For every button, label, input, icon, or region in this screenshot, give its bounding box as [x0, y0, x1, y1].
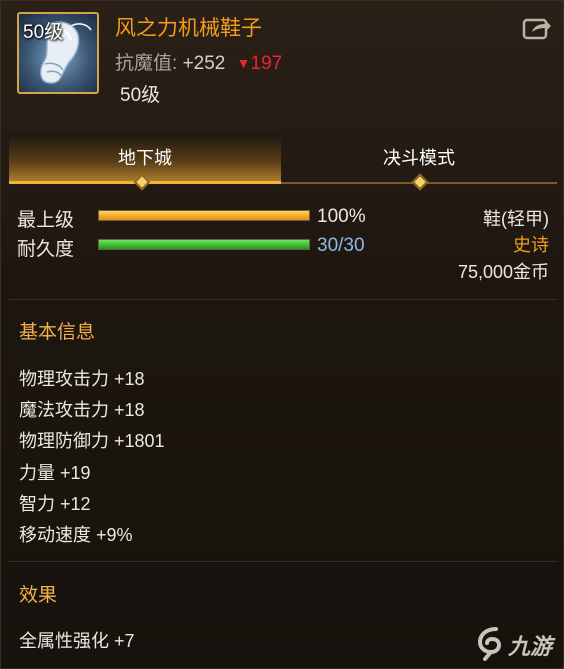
max-level-label: 最上级	[17, 210, 75, 231]
basic-info-title: 基本信息	[19, 322, 96, 343]
durability-bar	[98, 239, 310, 250]
item-price: 75,000金币	[457, 262, 549, 282]
share-button[interactable]	[522, 15, 552, 41]
magic-resist-label: 抗魔值:	[115, 53, 178, 74]
jiuyou-logo-icon	[477, 627, 502, 661]
stat-line: 物理防御力 +1801	[19, 431, 165, 451]
divider	[9, 299, 557, 300]
magic-resist-value: +252	[182, 53, 226, 74]
stat-line: 力量 +19	[19, 463, 91, 483]
max-level-value: 100%	[317, 206, 366, 227]
watermark-text: 九游	[508, 634, 553, 659]
icon-level-badge: 50级	[23, 22, 64, 43]
magic-resist-decrease: ▼197	[237, 53, 283, 74]
item-tooltip: 50级 风之力机械鞋子 抗魔值: +252 ▼197 50级 地下城 决斗模式 …	[0, 0, 564, 669]
effect-title: 效果	[19, 585, 58, 606]
stat-line: 移动速度 +9%	[19, 525, 133, 545]
white-boot-icon: 50级	[17, 12, 99, 94]
durability-value: 30/30	[317, 235, 365, 256]
share-icon	[522, 18, 551, 40]
durability-bar-fill	[99, 240, 309, 249]
magic-resist-decrease-value: 197	[250, 53, 283, 74]
stat-line: 智力 +12	[19, 494, 91, 514]
effect-line: 全属性强化 +7	[19, 631, 135, 651]
item-type: 鞋(轻甲)	[483, 209, 549, 229]
divider	[9, 561, 557, 562]
max-level-bar	[98, 210, 310, 221]
required-level: 50级	[120, 85, 161, 106]
magic-resist-row: 抗魔值: +252 ▼197	[115, 48, 282, 75]
durability-label: 耐久度	[17, 239, 75, 260]
down-arrow-icon: ▼	[236, 55, 251, 71]
item-header: 50级 风之力机械鞋子 抗魔值: +252 ▼197 50级	[1, 1, 563, 119]
stat-line: 魔法攻击力 +18	[19, 400, 145, 420]
item-rarity: 史诗	[513, 235, 549, 255]
item-name: 风之力机械鞋子	[115, 17, 262, 40]
max-level-bar-fill	[99, 211, 309, 220]
stat-line: 物理攻击力 +18	[19, 369, 145, 389]
jiuyou-watermark: 九游	[476, 623, 558, 663]
mode-tabs: 地下城 决斗模式	[9, 134, 557, 191]
